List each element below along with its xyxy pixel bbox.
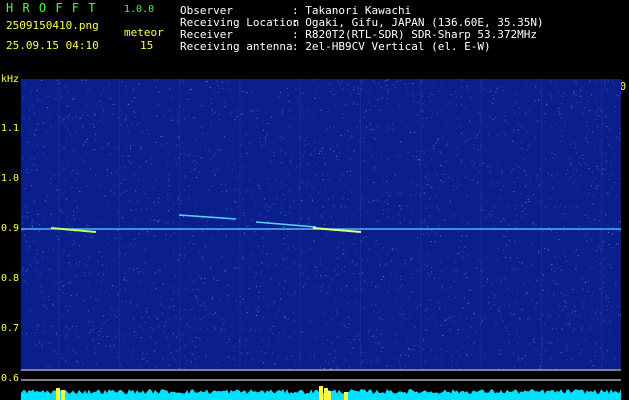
spectrogram-plot: [21, 79, 621, 400]
y-tick-label: 0.7: [1, 323, 20, 334]
y-axis-unit: kHz: [1, 74, 20, 85]
meteor-level-spike: [56, 388, 60, 400]
meteor-level-spike: [61, 390, 65, 400]
datetime: 25.09.15 04:10: [6, 39, 99, 52]
meteor-level-spike: [327, 391, 331, 400]
y-tick-label: 1.1: [1, 123, 20, 134]
antenna-value: : 2el-HB9CV Vertical (el. E-W): [292, 40, 491, 53]
spectrum-background: [21, 79, 621, 369]
antenna-label: Receiving antenna: [180, 40, 293, 53]
y-tick-label: 1.0: [1, 173, 20, 184]
app-name: H R O F F T: [6, 1, 97, 15]
header-panel: H R O F F T 1.0.0 2509150410.png meteor …: [0, 0, 629, 75]
y-tick-label: 0.6: [1, 373, 20, 384]
meteor-level-spike: [344, 392, 348, 400]
y-tick-label: 0.8: [1, 273, 20, 284]
spectrogram-svg: [21, 79, 621, 400]
meteor-count: 15: [140, 39, 154, 52]
meteor-level-spike: [319, 386, 323, 400]
y-tick-label: 0.9: [1, 223, 20, 234]
filename: 2509150410.png: [6, 19, 99, 32]
meteor-label: meteor: [124, 26, 164, 39]
app-version: 1.0.0: [124, 4, 155, 15]
